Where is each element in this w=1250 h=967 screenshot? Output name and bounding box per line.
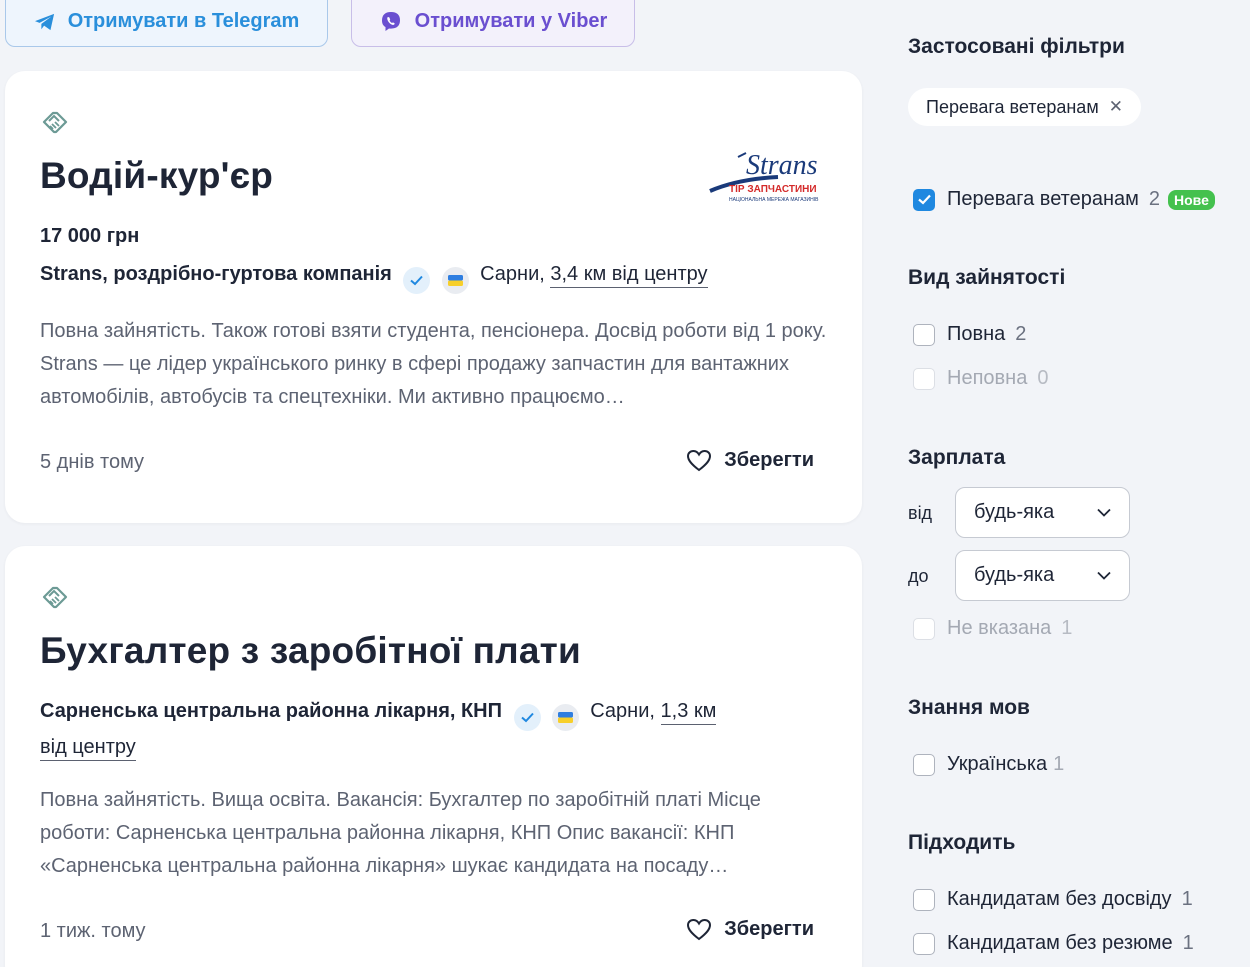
handshake-icon	[42, 586, 68, 609]
verified-badge-icon	[513, 704, 541, 731]
filter-label: Перевага ветеранам	[947, 188, 1139, 210]
company-logo: Strans ТІР ЗАПЧАСТИНИ НАЦІОНАЛЬНА МЕРЕЖА…	[709, 150, 819, 203]
heart-icon	[687, 918, 712, 941]
filter-label: Кандидатам без досвіду	[947, 888, 1172, 910]
languages-title: Знання мов	[908, 696, 1030, 719]
employment-title: Вид зайнятості	[908, 266, 1066, 289]
filter-count: 1	[1061, 617, 1073, 639]
distance-link[interactable]: 3,4 км від центру	[550, 263, 708, 288]
company-location: Сарненська центральна районна лікарня, К…	[40, 695, 720, 764]
job-card[interactable]: Водій-кур'єр Strans ТІР ЗАПЧАСТИНИ НАЦІО…	[5, 71, 862, 523]
viber-icon	[381, 11, 400, 31]
save-button[interactable]: Зберегти	[686, 918, 814, 941]
posted-date: 1 тиж. тому	[40, 920, 146, 942]
checkbox[interactable]	[913, 323, 935, 346]
filter-count: 1	[1182, 932, 1194, 954]
job-title[interactable]: Водій-кур'єр	[40, 155, 273, 197]
heart-icon	[687, 449, 712, 472]
applied-filters-title: Застосовані фільтри	[908, 35, 1125, 58]
viber-subscribe-button[interactable]: Отримувати у Viber	[351, 0, 635, 47]
salary-from-label: від	[908, 503, 933, 523]
filter-label: Не вказана	[947, 617, 1052, 639]
company-name[interactable]: Сарненська центральна районна лікарня, К…	[40, 700, 502, 722]
checkbox	[913, 617, 935, 640]
filter-no-resume[interactable]: Кандидатам без резюме 1	[913, 932, 1194, 955]
city: Сарни,	[590, 700, 655, 722]
company-logo-subtext: ТІР ЗАПЧАСТИНИ	[729, 184, 817, 195]
telegram-icon	[34, 13, 54, 30]
filters-sidebar: Застосовані фільтри Перевага ветеранам ✕…	[908, 0, 1250, 967]
company-name[interactable]: Strans, роздрібно-гуртова компанія	[40, 263, 392, 285]
salary: 17 000 грн	[40, 225, 140, 247]
handshake-icon	[42, 111, 68, 134]
checkbox	[913, 367, 935, 390]
filter-veterans[interactable]: Перевага ветеранам 2 Нове	[913, 188, 1215, 211]
filter-part-time: Неповна 0	[913, 367, 1048, 390]
company-location: Strans, роздрібно-гуртова компанія Сарни…	[40, 258, 840, 294]
select-value: будь-яка	[974, 501, 1055, 523]
salary-from-select[interactable]: будь-яка	[955, 487, 1130, 538]
filter-label: Кандидатам без резюме	[947, 932, 1173, 954]
filter-count: 1	[1053, 753, 1065, 775]
chevron-down-icon	[1097, 571, 1111, 580]
filter-label: Неповна	[947, 367, 1028, 389]
checkbox[interactable]	[913, 753, 935, 776]
filter-ukrainian[interactable]: Українська 1	[913, 753, 1064, 776]
checkbox-checked[interactable]	[913, 188, 935, 211]
job-title[interactable]: Бухгалтер з заробітної плати	[40, 630, 581, 672]
filter-salary-unspecified: Не вказана 1	[913, 617, 1072, 640]
select-value: будь-яка	[974, 564, 1055, 586]
ukraine-flag-icon	[441, 267, 469, 294]
ukraine-flag-icon	[552, 704, 580, 731]
telegram-subscribe-button[interactable]: Отримувати в Telegram	[5, 0, 328, 47]
salary-to-select[interactable]: будь-яка	[955, 550, 1130, 601]
job-description: Повна зайнятість. Також готові взяти сту…	[40, 320, 827, 408]
company-logo-tagline: НАЦІОНАЛЬНА МЕРЕЖА МАГАЗИНІВ	[729, 197, 819, 203]
posted-date: 5 днів тому	[40, 451, 145, 473]
save-label: Зберегти	[724, 918, 814, 940]
viber-label: Отримувати у Viber	[414, 10, 608, 32]
verified-badge-icon	[403, 267, 431, 294]
salary-title: Зарплата	[908, 446, 1006, 469]
save-label: Зберегти	[724, 449, 814, 471]
filter-count: 1	[1181, 888, 1193, 910]
filter-label: Повна	[947, 323, 1006, 345]
filter-count: 0	[1037, 367, 1049, 389]
job-card[interactable]: Бухгалтер з заробітної плати Сарненська …	[5, 546, 862, 967]
applied-filter-label: Перевага ветеранам	[926, 96, 1099, 117]
applied-filter-chip[interactable]: Перевага ветеранам ✕	[908, 88, 1141, 126]
chevron-down-icon	[1097, 508, 1111, 517]
salary-to-label: до	[908, 566, 929, 586]
new-badge: Нове	[1168, 189, 1215, 210]
suitable-title: Підходить	[908, 831, 1016, 854]
filter-count: 2	[1015, 323, 1027, 345]
filter-full-time[interactable]: Повна 2	[913, 323, 1026, 346]
telegram-label: Отримувати в Telegram	[67, 10, 300, 32]
save-button[interactable]: Зберегти	[686, 449, 814, 472]
city: Сарни,	[480, 263, 545, 285]
close-icon[interactable]: ✕	[1109, 97, 1123, 117]
filter-no-experience[interactable]: Кандидатам без досвіду 1	[913, 888, 1193, 911]
checkbox[interactable]	[913, 888, 935, 911]
filter-count: 2	[1148, 188, 1161, 210]
company-logo-wordmark: Strans	[746, 150, 818, 181]
filter-label: Українська	[947, 753, 1048, 775]
checkbox[interactable]	[913, 932, 935, 955]
job-description: Повна зайнятість. Вища освіта. Вакансія:…	[40, 789, 761, 877]
